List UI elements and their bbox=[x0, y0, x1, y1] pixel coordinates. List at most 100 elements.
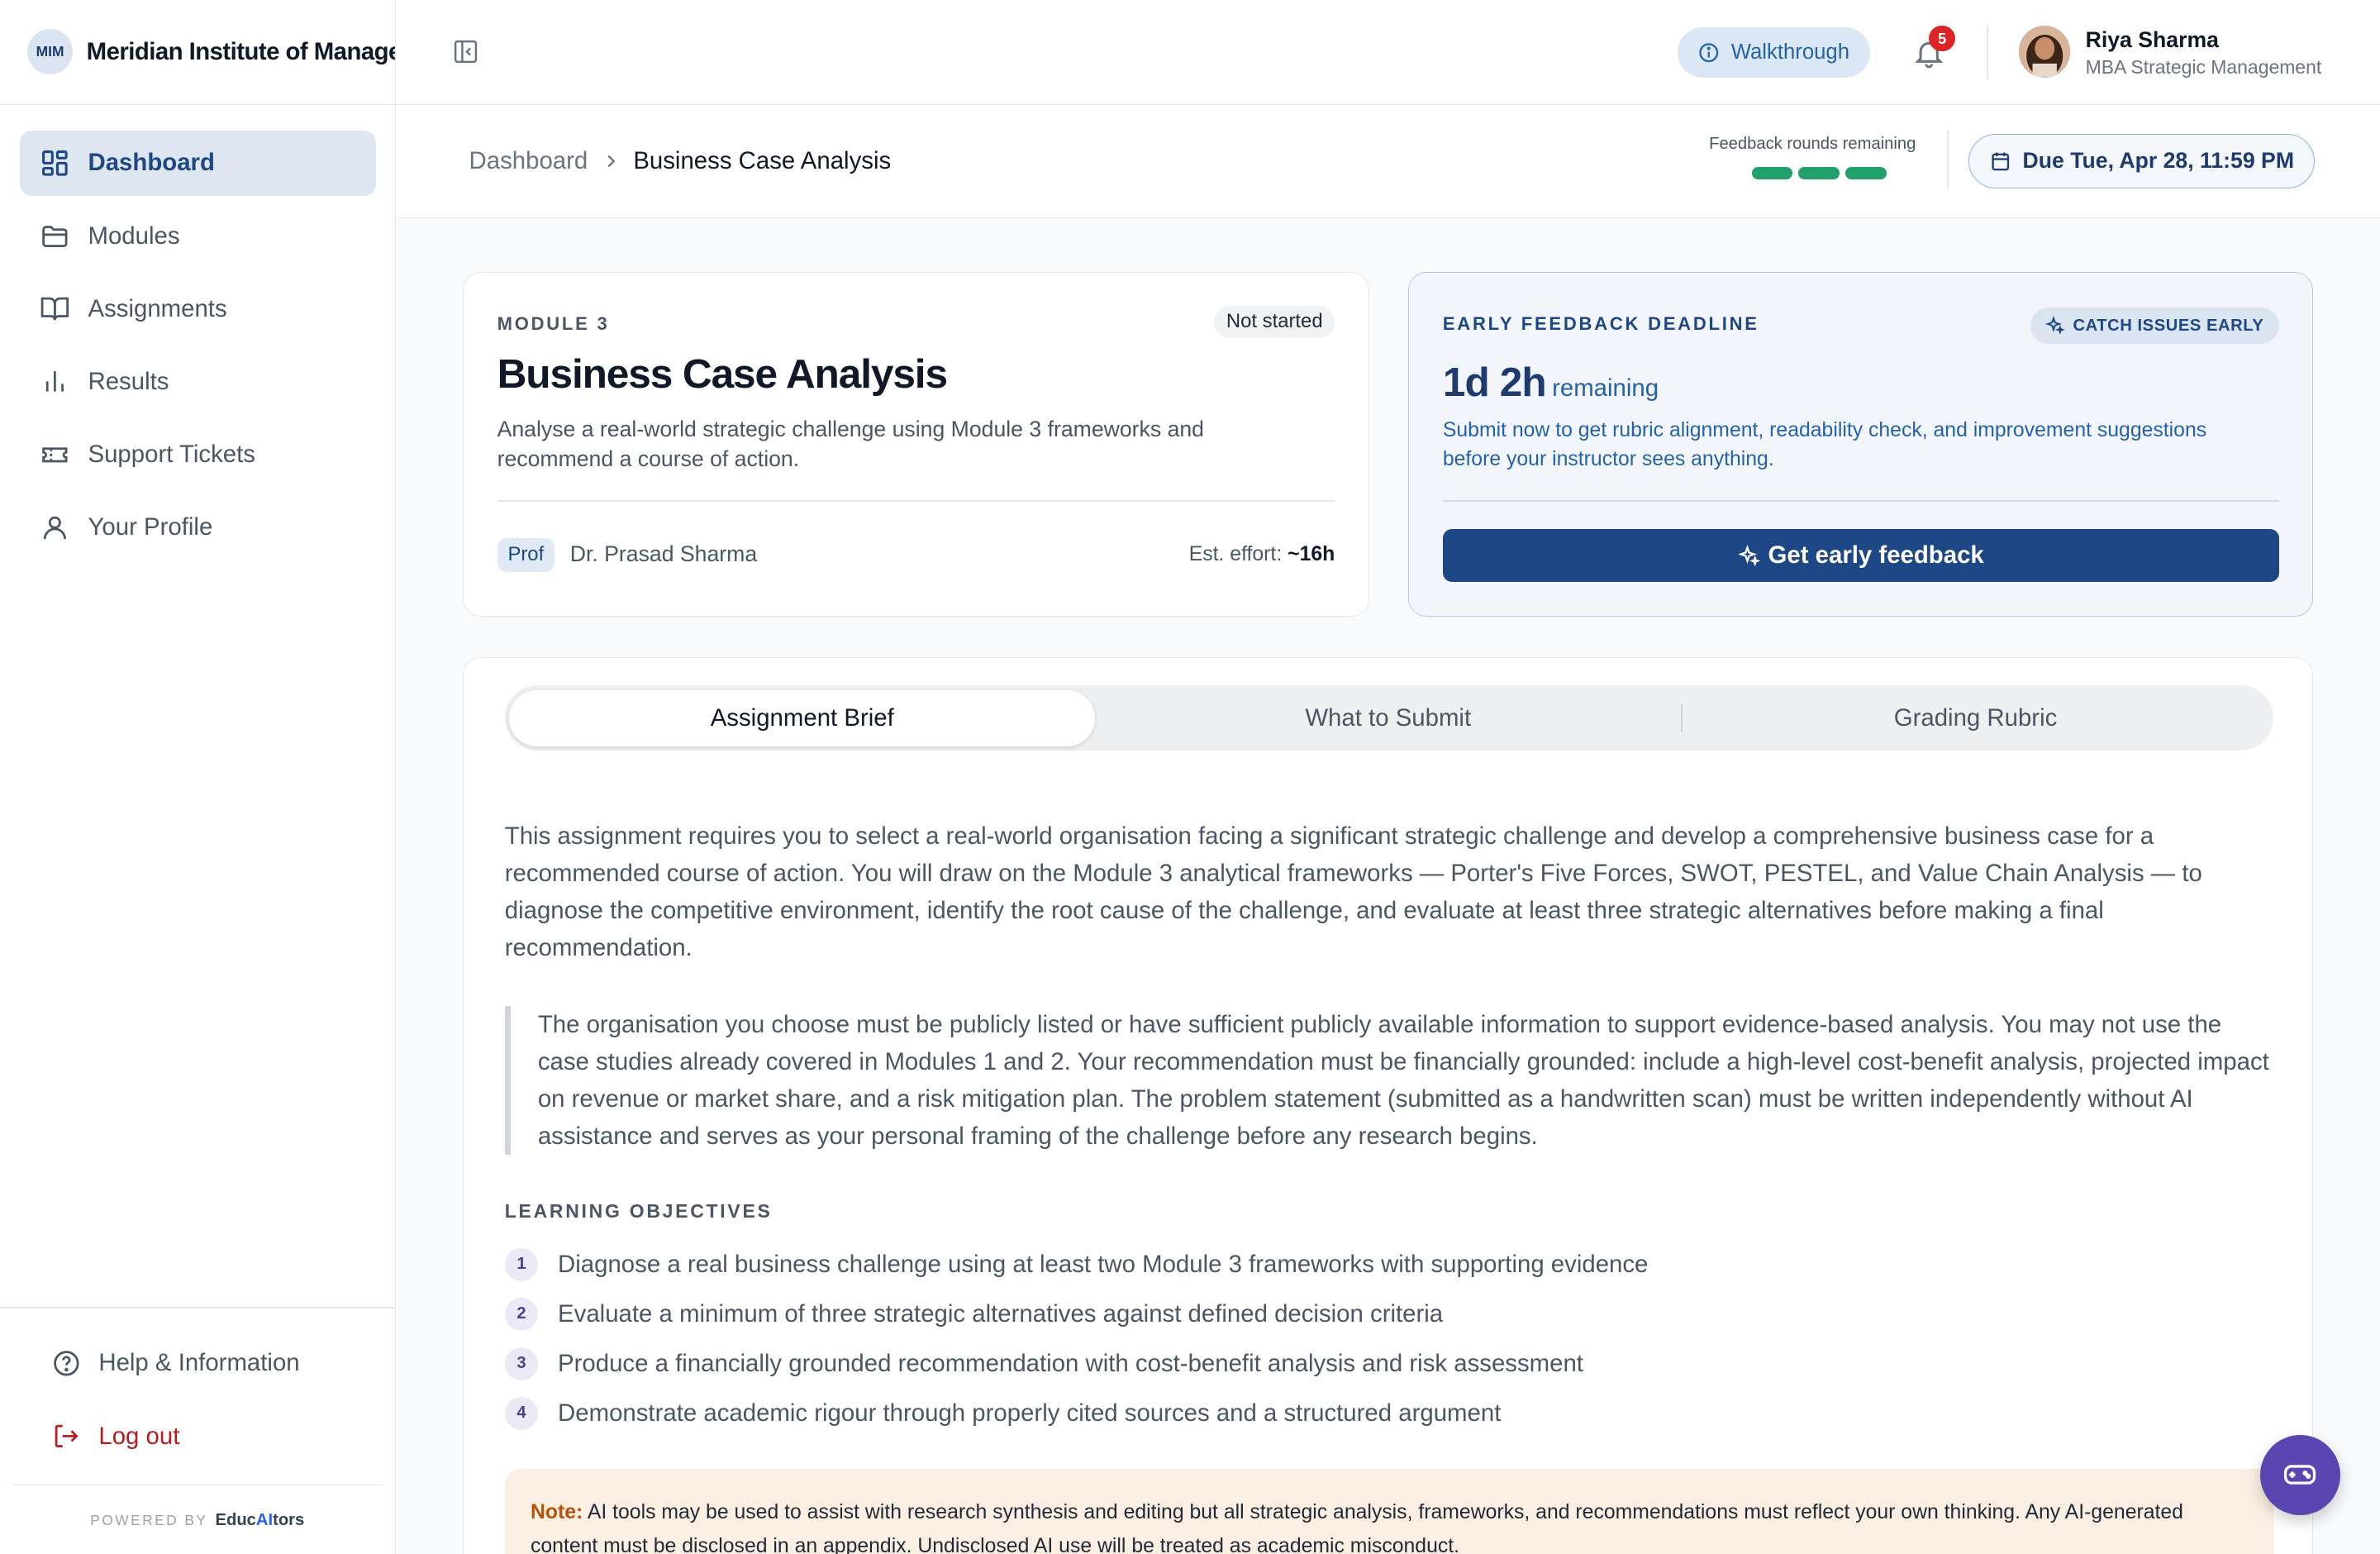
professor-name: Dr. Prasad Sharma bbox=[569, 541, 758, 566]
feedback-round-bar bbox=[1845, 167, 1887, 179]
info-icon bbox=[1699, 42, 1719, 62]
user-name[interactable]: Riya Sharma bbox=[2086, 27, 2219, 53]
logo[interactable]: MIM Meridian Institute of Management bbox=[0, 0, 396, 105]
logo-badge: MIM bbox=[27, 29, 74, 75]
brand-part: AI bbox=[255, 1510, 274, 1529]
sidebar-collapse-icon[interactable] bbox=[452, 38, 479, 65]
objective-number: 4 bbox=[504, 1396, 539, 1431]
early-feedback-card: EARLY FEEDBACK DEADLINE CATCH ISSUES EAR… bbox=[1408, 271, 2314, 617]
walkthrough-label: Walkthrough bbox=[1730, 40, 1850, 64]
assignment-details-card: Assignment Brief What to Submit Grading … bbox=[463, 657, 2314, 1554]
logout-label: Log out bbox=[98, 1422, 180, 1450]
breadcrumb: Dashboard Business Case Analysis bbox=[469, 147, 892, 175]
dashboard-grid-icon bbox=[41, 150, 68, 176]
book-open-icon bbox=[40, 298, 69, 321]
user-icon bbox=[43, 516, 66, 540]
sidebar-footer: Help & Information Log out POWERED BY Ed… bbox=[0, 1307, 395, 1554]
logout-button[interactable]: Log out bbox=[0, 1399, 395, 1472]
objective-text: Produce a financially grounded recommend… bbox=[558, 1349, 1583, 1377]
brief-requirements-quote: The organisation you choose must be publ… bbox=[504, 1005, 2273, 1155]
sidebar-item-label: Support Tickets bbox=[88, 440, 255, 468]
bar-chart-icon bbox=[45, 371, 64, 393]
list-item: 2 Evaluate a minimum of three strategic a… bbox=[504, 1289, 1649, 1339]
top-bar: Walkthrough 5 Riya Sharma MBA Strategic … bbox=[396, 0, 2380, 105]
sidebar-item-profile[interactable]: Your Profile bbox=[20, 495, 376, 560]
objective-number: 3 bbox=[504, 1347, 539, 1381]
help-circle-icon bbox=[54, 1351, 79, 1376]
help-label: Help & Information bbox=[98, 1349, 300, 1377]
help-link[interactable]: Help & Information bbox=[0, 1327, 395, 1399]
powered-brand: EducAItors bbox=[216, 1511, 305, 1530]
early-feedback-description: Submit now to get rubric alignment, read… bbox=[1442, 419, 2207, 471]
list-item: 3 Produce a financially grounded recommen… bbox=[504, 1339, 1649, 1389]
effort-label: Est. effort: bbox=[1188, 542, 1288, 565]
breadcrumb-bar: Dashboard Business Case Analysis Feedbac… bbox=[396, 104, 2380, 219]
sidebar-item-label: Your Profile bbox=[88, 513, 213, 541]
list-item: 4 Demonstrate academic rigour through pro… bbox=[504, 1389, 1649, 1438]
get-early-feedback-label: Get early feedback bbox=[1768, 541, 1984, 570]
divider bbox=[1987, 26, 1989, 79]
avatar[interactable] bbox=[2018, 26, 2071, 78]
feedback-round-bar bbox=[1798, 167, 1840, 179]
catch-issues-badge: CATCH ISSUES EARLY bbox=[2030, 307, 2279, 345]
sidebar-item-label: Results bbox=[88, 367, 169, 395]
list-item: 1 Diagnose a real business challenge usin… bbox=[504, 1240, 1648, 1289]
notification-badge: 5 bbox=[1929, 26, 1955, 52]
institution-name: Meridian Institute of Management bbox=[86, 37, 396, 65]
sparkle-icon bbox=[2045, 316, 2066, 335]
sidebar: MIM Meridian Institute of Management Das… bbox=[0, 0, 397, 1554]
powered-by-label: POWERED BY bbox=[90, 1511, 208, 1528]
feedback-rounds-indicator bbox=[1751, 167, 1887, 179]
assignment-description: Analyse a real-world strategic challenge… bbox=[497, 416, 1204, 472]
due-date-label: Due Tue, Apr 28, 11:59 PM bbox=[2022, 148, 2294, 174]
tab-assignment-brief[interactable]: Assignment Brief bbox=[509, 689, 1096, 746]
calendar-icon bbox=[1992, 152, 2010, 171]
prof-tag: Prof bbox=[497, 538, 555, 572]
brief-paragraph: This assignment requires you to select a… bbox=[504, 822, 2202, 962]
objective-number: 1 bbox=[504, 1247, 539, 1281]
catch-issues-label: CATCH ISSUES EARLY bbox=[2073, 316, 2264, 335]
objective-number: 2 bbox=[504, 1297, 539, 1331]
early-feedback-label: EARLY FEEDBACK DEADLINE bbox=[1442, 313, 1759, 335]
breadcrumb-current: Business Case Analysis bbox=[633, 147, 892, 175]
brand-part: Educ bbox=[215, 1510, 256, 1529]
sidebar-item-assignments[interactable]: Assignments bbox=[20, 276, 376, 341]
sidebar-nav: Dashboard Modules Assignments Results Su… bbox=[0, 105, 395, 560]
objective-text: Demonstrate academic rigour through prop… bbox=[558, 1399, 1502, 1427]
sidebar-item-results[interactable]: Results bbox=[20, 349, 376, 414]
module-label: MODULE 3 bbox=[497, 313, 610, 335]
tab-what-to-submit[interactable]: What to Submit bbox=[1095, 690, 1681, 746]
learning-objectives-heading: LEARNING OBJECTIVES bbox=[504, 1199, 773, 1222]
gamepad-icon bbox=[2284, 1465, 2316, 1485]
learning-objectives-list: 1 Diagnose a real business challenge usin… bbox=[504, 1240, 1649, 1438]
sidebar-item-support-tickets[interactable]: Support Tickets bbox=[20, 422, 376, 488]
sidebar-item-label: Modules bbox=[88, 222, 180, 250]
get-early-feedback-button[interactable]: Get early feedback bbox=[1442, 529, 2279, 583]
objective-text: Evaluate a minimum of three strategic al… bbox=[558, 1299, 1444, 1328]
remaining-label: remaining bbox=[1552, 374, 1659, 402]
breadcrumb-dashboard[interactable]: Dashboard bbox=[469, 147, 588, 175]
powered-by: POWERED BY EducAItors bbox=[12, 1485, 383, 1554]
sidebar-item-label: Assignments bbox=[88, 294, 227, 322]
time-remaining: 1d 2h bbox=[1442, 358, 1547, 405]
chevron-right-icon bbox=[607, 155, 616, 168]
sparkle-icon bbox=[1737, 544, 1761, 566]
feedback-round-bar bbox=[1751, 167, 1793, 179]
sidebar-item-modules[interactable]: Modules bbox=[20, 203, 376, 269]
note-text: AI tools may be used to assist with rese… bbox=[530, 1501, 2183, 1554]
assignment-summary-card: MODULE 3 Not started Business Case Analy… bbox=[463, 271, 1369, 617]
due-date-button[interactable]: Due Tue, Apr 28, 11:59 PM bbox=[1968, 133, 2315, 188]
avatar-image bbox=[2018, 26, 2071, 78]
gamepad-fab-button[interactable] bbox=[2259, 1434, 2341, 1516]
brand-part: tors bbox=[273, 1510, 305, 1529]
tab-bar: Assignment Brief What to Submit Grading … bbox=[504, 685, 2273, 751]
walkthrough-button[interactable]: Walkthrough bbox=[1677, 27, 1870, 78]
tab-grading-rubric[interactable]: Grading Rubric bbox=[1683, 690, 2268, 746]
divider bbox=[497, 500, 1335, 503]
sidebar-item-label: Dashboard bbox=[88, 149, 215, 177]
folder-icon bbox=[41, 226, 68, 248]
logout-icon bbox=[55, 1424, 79, 1448]
sidebar-item-dashboard[interactable]: Dashboard bbox=[19, 130, 376, 196]
effort-value: ~16h bbox=[1288, 542, 1335, 565]
divider bbox=[1947, 130, 1949, 188]
